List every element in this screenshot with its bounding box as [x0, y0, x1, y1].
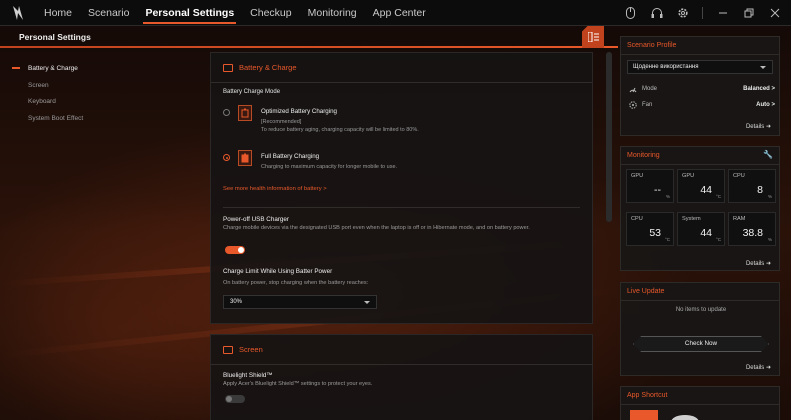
tab-home[interactable]: Home [36, 0, 80, 26]
sidebar-item-system-boot-effect[interactable]: System Boot Effect [12, 112, 192, 129]
card-title: Scenario Profile [621, 37, 779, 55]
page-title: Personal Settings [19, 32, 91, 42]
app-shortcut-tile[interactable] [671, 415, 699, 420]
divider [702, 7, 703, 19]
panel-header: Battery & Charge [211, 53, 592, 83]
gear-icon[interactable] [676, 7, 689, 20]
settings-sidebar: Battery & Charge Screen Keyboard System … [12, 62, 192, 128]
card-title: Monitoring [627, 152, 660, 159]
bluelight-description: Apply Acer's Bluelight Shield™ settings … [223, 381, 373, 387]
fan-row[interactable]: Fan Auto > [629, 100, 775, 110]
details-link[interactable]: Details ➜ [746, 364, 771, 371]
tab-checkup[interactable]: Checkup [242, 0, 299, 26]
sidebar-item-keyboard[interactable]: Keyboard [12, 95, 192, 112]
radio-optimized[interactable] [223, 109, 230, 116]
card-header: Monitoring 🔧 [621, 147, 779, 165]
mode-icon [629, 87, 637, 93]
profile-select[interactable]: Щоденне використання [627, 60, 773, 74]
battery-optimized-icon [238, 105, 252, 121]
usb-charger-title: Power-off USB Charger [223, 216, 290, 223]
screen-panel: Screen Bluelight Shield™ Apply Acer's Bl… [210, 334, 593, 420]
scenario-profile-card: Scenario Profile Щоденне використання Mo… [620, 36, 780, 136]
check-now-button[interactable]: Check Now [633, 336, 769, 352]
minimize-icon[interactable] [716, 7, 729, 20]
details-link[interactable]: Details ➜ [746, 123, 771, 130]
bluelight-toggle[interactable] [225, 395, 245, 403]
arrow-right-icon: ➜ [765, 365, 771, 371]
metric-ram-usage: RAM 38.8% [728, 212, 776, 246]
battery-icon [223, 63, 233, 72]
battery-charge-mode-label: Battery Charge Mode [223, 89, 281, 95]
live-update-card: Live Update No items to update Check Now… [620, 282, 780, 376]
mode-row[interactable]: Mode Balanced > [629, 84, 775, 94]
option-full-charging[interactable]: Full Battery Charging Charging to maximu… [223, 150, 397, 171]
details-link[interactable]: Details ➜ [746, 260, 771, 267]
app-shortcut-tile[interactable] [630, 410, 658, 420]
radio-full[interactable] [223, 154, 230, 161]
metric-gpu-usage: GPU --% [626, 169, 674, 203]
scrollbar[interactable] [606, 52, 612, 222]
fan-value: Auto > [756, 102, 775, 108]
mode-value: Balanced > [743, 86, 775, 92]
monitor-icon [223, 345, 233, 354]
tab-scenario[interactable]: Scenario [80, 0, 137, 26]
card-title: Live Update [621, 283, 779, 301]
charge-limit-select[interactable]: 30% [223, 295, 377, 309]
metric-cpu-usage: CPU 8% [728, 169, 776, 203]
tab-personal-settings[interactable]: Personal Settings [137, 0, 242, 26]
bluelight-title: Bluelight Shield™ [223, 372, 273, 379]
close-icon[interactable] [768, 7, 781, 20]
battery-full-icon [238, 150, 252, 166]
list-icon [587, 32, 599, 42]
mouse-icon[interactable] [624, 7, 637, 20]
sidebar-item-battery-charge[interactable]: Battery & Charge [12, 62, 192, 79]
panel-toggle-button[interactable] [582, 26, 604, 48]
mode-label: Mode [642, 86, 658, 92]
metric-cpu-temp: CPU 53 °C [626, 212, 674, 246]
app-shortcut-card: App Shortcut [620, 386, 780, 420]
live-update-status: No items to update [675, 307, 727, 313]
metric-gpu-temp: GPU 44 °C [677, 169, 725, 203]
profile-select-value: Щоденне використання [633, 64, 699, 70]
header-underline [0, 46, 618, 48]
chevron-down-icon [760, 66, 766, 69]
charge-limit-title: Charge Limit While Using Batter Power [223, 268, 333, 275]
headset-icon[interactable] [650, 7, 663, 20]
option-optimized-charging[interactable]: Optimized Battery Charging [Recommended]… [223, 105, 419, 134]
metric-system-temp: System 44 °C [677, 212, 725, 246]
chevron-down-icon [364, 301, 370, 304]
usb-charger-toggle[interactable] [225, 246, 245, 254]
option-recommended: [Recommended] [261, 119, 302, 125]
arrow-right-icon: ➜ [765, 261, 771, 267]
section-title: Screen [239, 345, 263, 354]
wrench-icon[interactable]: 🔧 [763, 150, 773, 159]
option-title: Optimized Battery Charging [261, 108, 338, 115]
predator-logo-icon [0, 0, 36, 26]
charge-limit-value: 30% [230, 299, 243, 305]
option-description: To reduce battery aging, charging capaci… [261, 127, 419, 133]
option-subtitle: [Recommended] To reduce battery aging, c… [261, 118, 419, 134]
battery-charge-panel: Battery & Charge Battery Charge Mode Opt… [210, 52, 593, 324]
charge-limit-description: On battery power, stop charging when the… [223, 280, 369, 286]
section-title: Battery & Charge [239, 63, 297, 72]
tab-app-center[interactable]: App Center [365, 0, 434, 26]
panel-header: Screen [211, 335, 592, 365]
usb-charger-description: Charge mobile devices via the designated… [223, 225, 530, 231]
monitoring-card: Monitoring 🔧 GPU --% GPU 44 °C CPU 8% CPU 53 °… [620, 146, 780, 271]
window-controls [624, 0, 781, 26]
arrow-right-icon: ➜ [765, 124, 771, 130]
restore-icon[interactable] [742, 7, 755, 20]
tab-monitoring[interactable]: Monitoring [300, 0, 365, 26]
sidebar-item-screen[interactable]: Screen [12, 79, 192, 96]
fan-icon [629, 101, 637, 109]
top-navigation-bar: Home Scenario Personal Settings Checkup … [0, 0, 791, 26]
option-description: Charging to maximum capacity for longer … [261, 164, 398, 170]
card-title: App Shortcut [621, 387, 779, 405]
fan-label: Fan [642, 102, 653, 108]
divider [223, 207, 580, 208]
battery-health-link[interactable]: See more health information of battery > [223, 186, 327, 192]
option-title: Full Battery Charging [261, 153, 320, 160]
